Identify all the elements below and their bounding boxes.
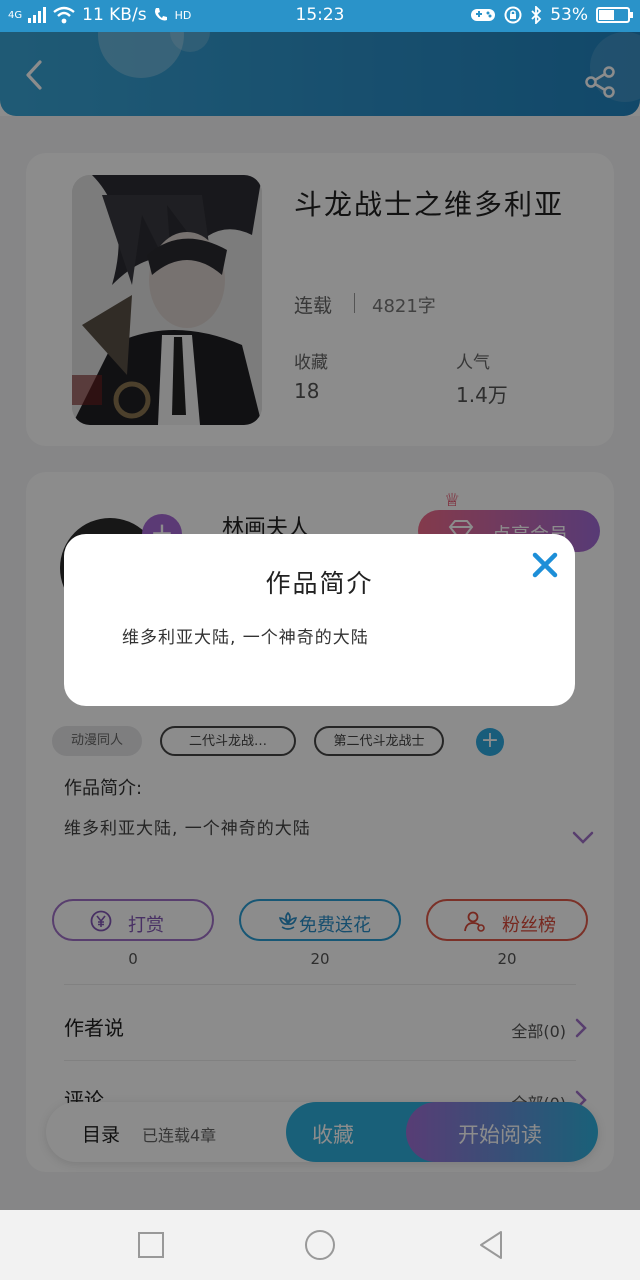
- lock-rotate-icon: [504, 6, 522, 24]
- battery-level: [599, 10, 614, 20]
- gamepad-icon: [471, 9, 496, 21]
- modal-title: 作品简介: [265, 569, 374, 598]
- modal-body: 维多利亚大陆, 一个神奇的大陆: [122, 628, 369, 648]
- system-nav-bar: [0, 1210, 640, 1280]
- intro-modal: 作品简介 维多利亚大陆, 一个神奇的大陆: [64, 534, 575, 706]
- home-icon[interactable]: [303, 1228, 337, 1262]
- recent-apps-icon[interactable]: [134, 1228, 168, 1262]
- status-bar: 4G 11 KB/s HD 15:23 53%: [0, 0, 640, 32]
- bluetooth-icon: [531, 6, 542, 24]
- close-icon: [532, 552, 558, 578]
- back-triangle-icon[interactable]: [475, 1228, 509, 1262]
- battery-percent: 53%: [550, 5, 588, 25]
- status-right: 53%: [470, 5, 633, 25]
- close-button[interactable]: [516, 534, 575, 594]
- battery-icon: [596, 7, 633, 23]
